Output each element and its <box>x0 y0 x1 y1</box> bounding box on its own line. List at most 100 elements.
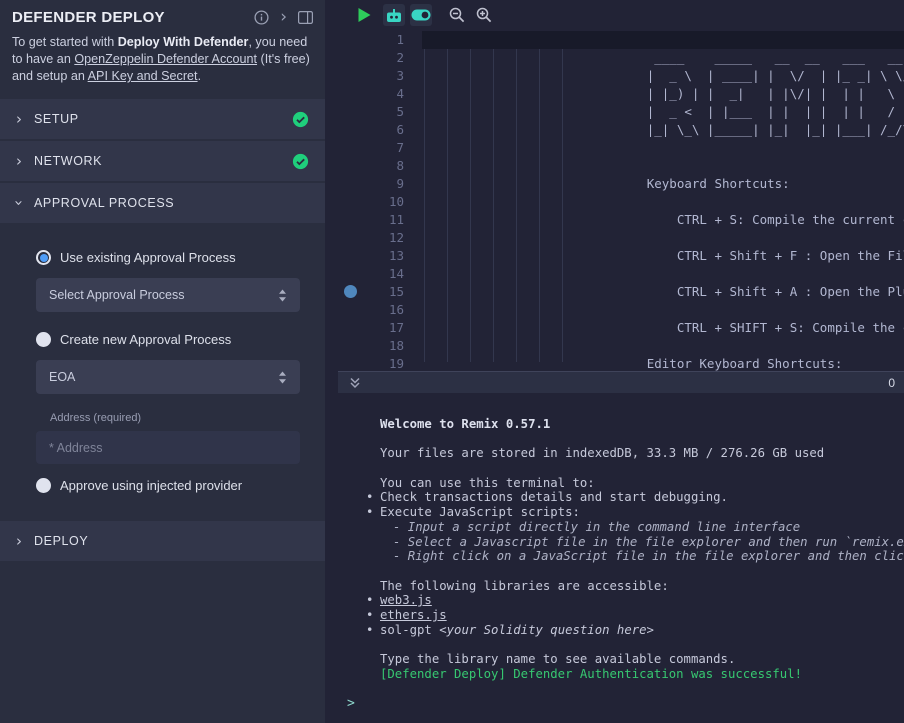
terminal-line: sol-gpt <your Solidity question here> <box>380 623 904 638</box>
code-line: 7 <box>338 139 904 157</box>
code-line-text[interactable]: |_| \_\ |_____| |_| |_| |___| /_/\_\ <box>418 121 904 139</box>
select-arrows-icon <box>278 289 287 302</box>
terminal-line: - Input a script directly in the command… <box>380 520 904 535</box>
code-line-text[interactable] <box>418 301 436 319</box>
code-line-text[interactable] <box>418 265 436 283</box>
line-number[interactable]: 15 <box>338 283 418 301</box>
code-line-text[interactable] <box>418 157 436 175</box>
line-number[interactable]: 16 <box>338 301 418 319</box>
code-line-text[interactable]: Keyboard Shortcuts: <box>418 175 790 193</box>
code-line-text[interactable]: CTRL + SHIFT + S: Compile the current co… <box>418 319 904 337</box>
code-line-text[interactable] <box>418 337 436 355</box>
section-approval-process[interactable]: › APPROVAL PROCESS <box>0 183 325 223</box>
line-number[interactable]: 9 <box>338 175 418 193</box>
radio-create-new-approval[interactable] <box>36 332 51 347</box>
section-deploy[interactable]: › DEPLOY <box>0 521 325 561</box>
code-line: 17 CTRL + SHIFT + S: Compile the current… <box>338 319 904 337</box>
openzeppelin-account-link[interactable]: OpenZeppelin Defender Account <box>74 52 257 66</box>
panel-header: DEFENDER DEPLOY › <box>0 0 325 30</box>
terminal-header: 0 <box>338 371 904 393</box>
code-line-text[interactable]: | _ \ | ____| | \/ | |_ _| \ \/ / <box>418 67 904 85</box>
code-line-text[interactable] <box>418 193 436 211</box>
code-line: 10 <box>338 193 904 211</box>
radio-approve-injected-provider[interactable] <box>36 478 51 493</box>
code-line: 11 CTRL + S: Compile the current contrac… <box>338 211 904 229</box>
code-line: 14 <box>338 265 904 283</box>
terminal-output: Welcome to Remix 0.57.1 Your files are st… <box>338 393 904 682</box>
code-line: 6 |_| \_\ |_____| |_| |_| |___| /_/\_\ <box>338 121 904 139</box>
line-number[interactable]: 14 <box>338 265 418 283</box>
run-script-icon[interactable] <box>353 4 375 26</box>
code-line-text[interactable]: ____ _____ __ __ ___ __ __ <box>418 49 904 67</box>
line-number[interactable]: 1 <box>338 31 418 49</box>
terminal-prompt[interactable]: > <box>347 696 355 711</box>
editor-toolbar <box>338 0 904 30</box>
info-icon[interactable] <box>254 10 269 25</box>
line-number[interactable]: 18 <box>338 337 418 355</box>
widget-toggle-icon[interactable] <box>410 4 432 26</box>
code-line-text[interactable] <box>418 31 436 49</box>
code-editor[interactable]: 1 2 ____ _____ __ __ ___ __ __ 3 | _ \ |… <box>338 30 904 371</box>
terminal-line: - Right click on a JavaScript file in th… <box>380 549 904 564</box>
terminal-line: Your files are stored in indexedDB, 33.3… <box>380 446 904 461</box>
check-circle-icon <box>292 111 309 128</box>
terminal-line: [Defender Deploy] Defender Authenticatio… <box>380 667 904 682</box>
code-line: 19 Editor Keyboard Shortcuts: <box>338 355 904 371</box>
code-line-text[interactable] <box>418 139 436 157</box>
code-line-text[interactable]: Editor Keyboard Shortcuts: <box>418 355 842 371</box>
approval-type-select[interactable]: EOA <box>36 360 300 394</box>
remix-ai-assistant-icon[interactable] <box>383 4 405 26</box>
chevron-down-icon: › <box>10 200 28 206</box>
address-input[interactable] <box>36 431 300 464</box>
section-network[interactable]: › NETWORK <box>0 141 325 181</box>
code-line-text[interactable]: CTRL + Shift + A : Open the Plugin Manag… <box>418 283 904 301</box>
check-circle-icon <box>292 153 309 170</box>
section-setup[interactable]: › SETUP <box>0 99 325 139</box>
chevron-right-icon: › <box>16 532 22 550</box>
chevron-right-icon: › <box>16 110 22 128</box>
code-line-text[interactable]: | _ < | |___ | | | | | | / \ <box>418 103 904 121</box>
code-line-text[interactable]: CTRL + Shift + F : Open the File Explore… <box>418 247 904 265</box>
line-number[interactable]: 12 <box>338 229 418 247</box>
line-number[interactable]: 2 <box>338 49 418 67</box>
code-line: 8 <box>338 157 904 175</box>
line-number[interactable]: 3 <box>338 67 418 85</box>
code-line: 9 Keyboard Shortcuts: <box>338 175 904 193</box>
code-line-text[interactable]: | |_) | | _| | |\/| | | | \ / <box>418 85 904 103</box>
terminal-line: - Select a Javascript file in the file e… <box>380 535 904 550</box>
expand-terminal-icon[interactable] <box>347 375 363 391</box>
terminal-line: Execute JavaScript scripts: <box>380 505 904 520</box>
terminal-count-badge: 0 <box>888 376 895 390</box>
code-line-text[interactable]: CTRL + S: Compile the current contract <box>418 211 904 229</box>
layout-columns-icon[interactable] <box>298 11 313 24</box>
api-key-link[interactable]: API Key and Secret <box>88 69 198 83</box>
plugin-title: DEFENDER DEPLOY <box>12 9 165 26</box>
terminal-line: The following libraries are accessible: <box>380 579 904 594</box>
terminal: 0 Welcome to Remix 0.57.1 Your files are … <box>338 371 904 723</box>
approval-process-body: Use existing Approval Process Select App… <box>0 225 325 521</box>
code-line: 15 CTRL + Shift + A : Open the Plugin Ma… <box>338 283 904 301</box>
line-number[interactable]: 7 <box>338 139 418 157</box>
line-number[interactable]: 11 <box>338 211 418 229</box>
terminal-line: web3.js <box>380 593 904 608</box>
approval-process-select[interactable]: Select Approval Process <box>36 278 300 312</box>
line-number[interactable]: 4 <box>338 85 418 103</box>
collapse-panel-icon[interactable]: › <box>280 9 287 26</box>
line-number[interactable]: 19 <box>338 355 418 371</box>
line-number[interactable]: 8 <box>338 157 418 175</box>
code-line: 16 <box>338 301 904 319</box>
terminal-line: Welcome to Remix 0.57.1 <box>380 417 904 432</box>
zoom-out-icon[interactable] <box>446 4 468 26</box>
defender-deploy-panel: DEFENDER DEPLOY › To get started with De… <box>0 0 325 723</box>
line-number[interactable]: 5 <box>338 103 418 121</box>
terminal-line <box>380 638 904 653</box>
terminal-line <box>380 564 904 579</box>
line-number[interactable]: 6 <box>338 121 418 139</box>
radio-use-existing-approval[interactable] <box>36 250 51 265</box>
zoom-in-icon[interactable] <box>473 4 495 26</box>
code-line-text[interactable] <box>418 229 436 247</box>
editor-pane: 1 2 ____ _____ __ __ ___ __ __ 3 | _ \ |… <box>338 0 904 723</box>
line-number[interactable]: 13 <box>338 247 418 265</box>
line-number[interactable]: 17 <box>338 319 418 337</box>
line-number[interactable]: 10 <box>338 193 418 211</box>
